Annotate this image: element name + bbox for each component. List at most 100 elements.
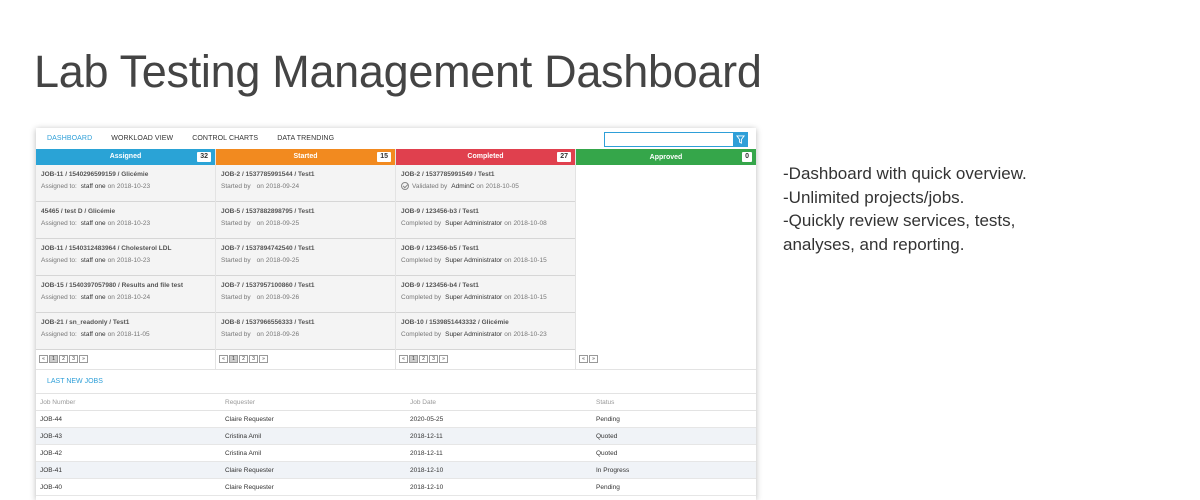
job-card[interactable]: JOB-9 / 123456-b5 / Test1 Completed by Sup… [396,238,575,276]
column-header-approved[interactable]: Approved 0 [576,149,756,165]
tab-workload-view[interactable]: WORKLOAD VIEW [111,135,173,142]
meta-date: 2018-10-15 [513,256,547,264]
table-row[interactable]: JOB-41 Claire Requester 2018-12-10 In Progr… [36,461,756,479]
job-card-meta: Assigned to: staff one on 2018-10-23 [41,256,210,265]
dashboard-app-screenshot: DASHBOARD WORKLOAD VIEW CONTROL CHARTS D… [36,128,756,500]
page-button[interactable]: » [439,355,448,364]
filter-button[interactable] [733,132,748,147]
job-card[interactable]: JOB-21 / sn_readonly / Test1 Assigned to:… [36,312,215,350]
cell-status: In Progress [592,461,756,479]
job-card-title: JOB-15 / 1540397057980 / Results and fil… [41,281,183,289]
page-button[interactable]: » [79,355,88,364]
cell-job-number[interactable]: JOB-43 [36,427,221,445]
feature-item: -Quickly review services, tests, [783,211,1016,231]
meta-date: 2018-10-08 [513,219,547,227]
cell-job-date: 2020-05-25 [406,410,592,428]
cell-job-number[interactable]: JOB-40 [36,478,221,496]
page-button[interactable]: 2 [239,355,248,364]
meta-on: on [504,330,512,338]
cell-requester: Claire Requester [221,461,406,479]
page-button[interactable]: 3 [249,355,258,364]
page-button[interactable]: 2 [59,355,68,364]
meta-prefix: Assigned to: [41,182,77,190]
cell-job-number[interactable]: JOB-44 [36,410,221,428]
job-card[interactable]: JOB-15 / 1540397057980 / Results and fil… [36,275,215,313]
meta-date: 2018-09-25 [265,256,300,264]
job-card-title: JOB-10 / 1539851443332 / Glicémie [401,318,509,326]
table-header-row: Job Number Requester Job Date Status [36,393,756,411]
meta-on: on [256,182,264,190]
cell-job-number[interactable]: JOB-41 [36,461,221,479]
job-card[interactable]: JOB-2 / 1537785991544 / Test1 Started by o… [216,164,395,202]
tab-dashboard[interactable]: DASHBOARD [47,135,92,142]
meta-date: 2018-09-25 [265,219,300,227]
meta-date: 2018-11-05 [116,330,150,338]
page-button[interactable]: « [579,355,588,363]
page-button[interactable]: » [259,355,268,364]
meta-prefix: Completed by [401,330,442,338]
meta-date: 2018-10-05 [485,182,519,190]
meta-on: on [504,256,512,264]
kanban-board: Assigned 32 JOB-11 / 1540296599159 / Glicé… [36,149,756,369]
job-card[interactable]: JOB-7 / 1537957100860 / Test1 Started by o… [216,275,395,313]
column-assigned: Assigned 32 JOB-11 / 1540296599159 / Glicé… [36,149,216,369]
page-button[interactable]: » [589,355,598,363]
column-header-requester[interactable]: Requester [221,393,406,411]
cell-status: Pending [592,410,756,428]
job-card[interactable]: JOB-2 / 1537785991549 / Test1 Validated b… [396,164,575,202]
job-card[interactable]: JOB-5 / 1537882898795 / Test1 Started by o… [216,201,395,239]
job-card-title: JOB-7 / 1537957100860 / Test1 [221,281,315,289]
table-row[interactable]: JOB-42 Cristina Amil 2018-12-11 Quoted [36,444,756,462]
meta-date: 2018-09-24 [265,182,300,190]
column-header-job-date[interactable]: Job Date [406,393,592,411]
column-title: Completed [467,153,504,161]
page-button[interactable]: 1 [49,355,58,364]
table-row[interactable]: JOB-40 Claire Requester 2018-12-10 Pending [36,478,756,496]
job-card-meta: Completed by Super Administrator on 2018-10… [401,293,570,302]
column-title: Started [293,153,318,161]
meta-prefix: Started by [221,219,251,227]
job-card[interactable]: JOB-9 / 123456-b3 / Test1 Completed by Sup… [396,201,575,239]
column-header-started[interactable]: Started 15 [216,149,395,165]
page-button[interactable]: 1 [229,355,238,364]
cell-job-number[interactable]: JOB-42 [36,444,221,462]
column-body: JOB-2 / 1537785991549 / Test1 Validated b… [396,164,575,350]
cell-job-date: 2018-12-11 [406,427,592,445]
page-button[interactable]: 3 [69,355,78,364]
job-card-title: JOB-11 / 1540296599159 / Glicémie [41,170,149,178]
page-button[interactable]: « [399,355,408,364]
job-card[interactable]: JOB-11 / 1540312483964 / Cholesterol LDL… [36,238,215,276]
search-input[interactable] [604,132,733,147]
job-card-meta: Assigned to: staff one on 2018-11-05 [41,330,210,339]
page-button[interactable]: « [219,355,228,364]
column-title: Approved [649,153,683,161]
job-card[interactable]: JOB-11 / 1540296599159 / Glicémie Assigne… [36,164,215,202]
meta-on: on [504,293,512,301]
job-card[interactable]: JOB-9 / 123456-b4 / Test1 Completed by Sup… [396,275,575,313]
column-header-status[interactable]: Status [592,393,756,411]
cell-requester: Cristina Amil [221,427,406,445]
job-card[interactable]: 45465 / test D / Glicémie Assigned to: sta… [36,201,215,239]
column-header-assigned[interactable]: Assigned 32 [36,149,215,165]
page-button[interactable]: 1 [409,355,418,364]
meta-prefix: Completed by [401,219,442,227]
meta-prefix: Started by [221,330,251,338]
meta-user: Super Administrator [445,219,503,227]
job-card[interactable]: JOB-8 / 1537966556333 / Test1 Started by o… [216,312,395,350]
column-header-completed[interactable]: Completed 27 [396,149,575,165]
column-header-job-number[interactable]: Job Number [36,393,221,411]
meta-on: on [256,330,264,338]
page-button[interactable]: 2 [419,355,428,364]
job-card-meta: Assigned to: staff one on 2018-10-23 [41,219,210,228]
tab-control-charts[interactable]: CONTROL CHARTS [192,135,258,142]
table-row[interactable]: JOB-43 Cristina Amil 2018-12-11 Quoted [36,427,756,445]
job-card-meta: Validated by AdminC on 2018-10-05 [401,182,570,191]
page-button[interactable]: « [39,355,48,364]
job-card[interactable]: JOB-10 / 1539851443332 / Glicémie Complet… [396,312,575,350]
page-button[interactable]: 3 [429,355,438,364]
table-row[interactable]: JOB-44 Claire Requester 2020-05-25 Pending [36,410,756,428]
meta-prefix: Started by [221,293,251,301]
job-card[interactable]: JOB-7 / 1537894742540 / Test1 Started by o… [216,238,395,276]
tab-data-trending[interactable]: DATA TRENDING [277,135,334,142]
job-card-title: JOB-9 / 123456-b3 / Test1 [401,207,479,215]
